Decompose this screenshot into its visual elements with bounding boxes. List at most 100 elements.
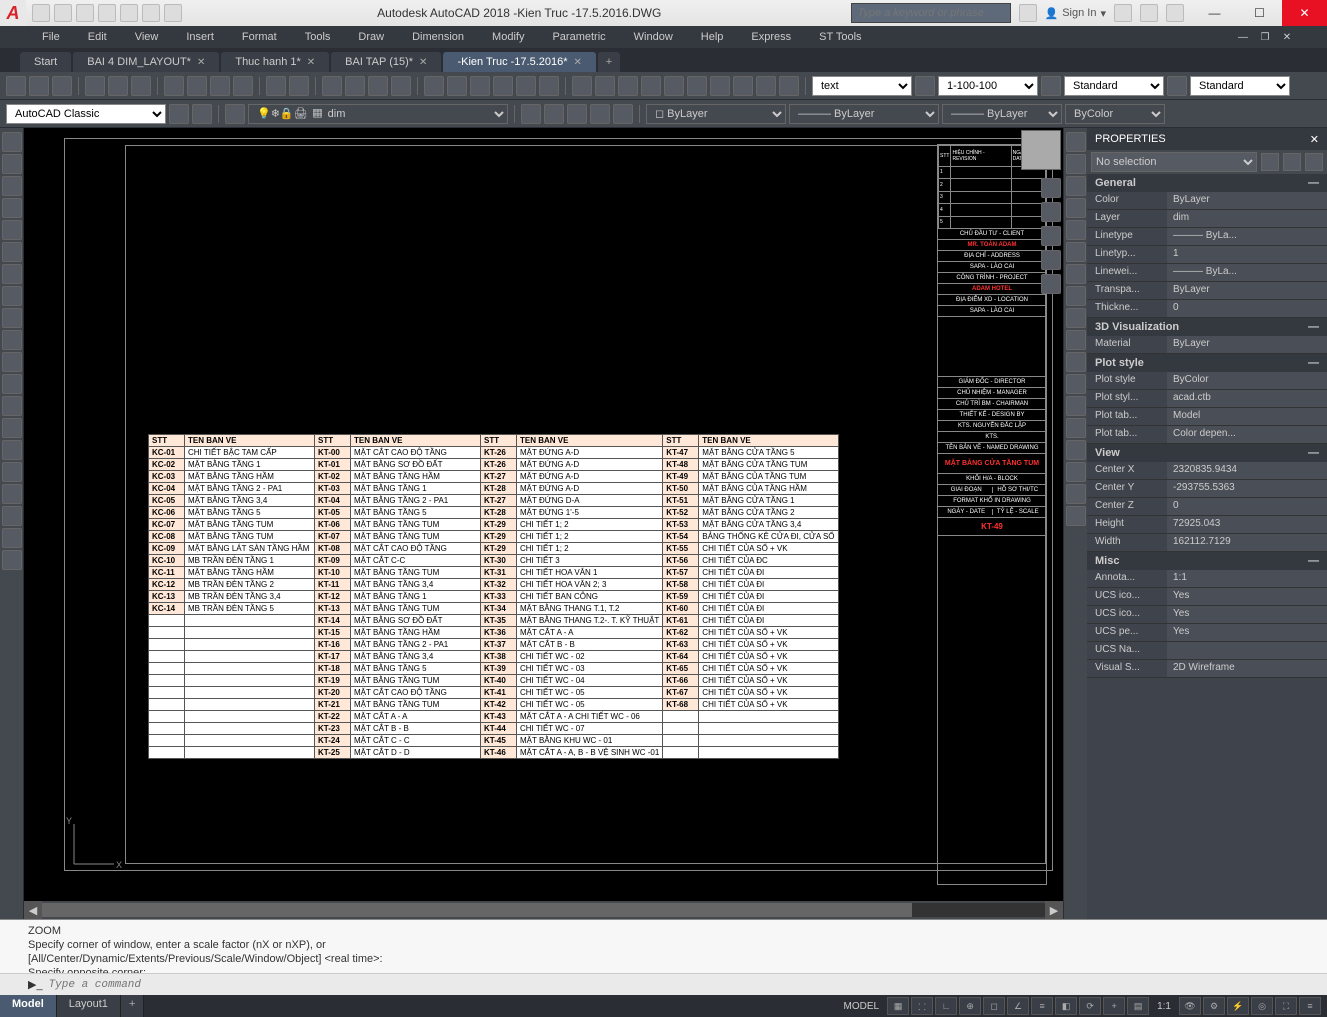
orbit-icon[interactable]	[1041, 250, 1061, 270]
app-logo[interactable]: A	[0, 0, 26, 26]
prop-section-misc[interactable]: Misc—	[1087, 552, 1327, 570]
doc-close-button[interactable]: ✕	[1277, 28, 1297, 46]
lineweight-combo[interactable]: ——— ByLayer	[942, 104, 1062, 124]
cart-icon[interactable]	[1140, 4, 1158, 22]
snap-icon[interactable]: ⸬	[911, 997, 933, 1015]
menu-dimension[interactable]: Dimension	[400, 29, 476, 45]
prop-row[interactable]: MaterialByLayer	[1087, 336, 1327, 354]
cycling-icon[interactable]: ⟳	[1079, 997, 1101, 1015]
fillet-icon[interactable]	[1066, 462, 1086, 482]
prop-row[interactable]: UCS ico...Yes	[1087, 588, 1327, 606]
linetype-combo[interactable]: ——— ByLayer	[789, 104, 939, 124]
close-icon[interactable]: ✕	[574, 57, 582, 68]
properties-icon[interactable]	[424, 76, 444, 96]
minimize-button[interactable]: —	[1192, 0, 1237, 26]
paste-icon[interactable]	[210, 76, 230, 96]
line-icon[interactable]	[2, 132, 22, 152]
ucs-icon[interactable]: YX	[64, 814, 124, 877]
qat-undo-icon[interactable]	[142, 4, 160, 22]
zoom-icon[interactable]	[345, 76, 365, 96]
prop-row[interactable]: UCS Na...	[1087, 642, 1327, 660]
text-style-combo[interactable]: text	[812, 76, 912, 96]
dim-style-combo[interactable]: 1-100-100	[938, 76, 1038, 96]
layer-freeze-icon[interactable]	[567, 104, 587, 124]
calc-icon[interactable]	[539, 76, 559, 96]
prop-row[interactable]: Height72925.043	[1087, 516, 1327, 534]
isolate-objects-icon[interactable]: ◎	[1251, 997, 1273, 1015]
mirror-icon[interactable]	[1066, 176, 1086, 196]
osnap-icon[interactable]: ◻	[983, 997, 1005, 1015]
prop-row[interactable]: Transpa...ByLayer	[1087, 282, 1327, 300]
clean-screen-icon[interactable]: ⛶	[1275, 997, 1297, 1015]
prop-row[interactable]: Center X2320835.9434	[1087, 462, 1327, 480]
tab-kientruc[interactable]: -Kien Truc -17.5.2016*✕	[443, 52, 595, 72]
arc-icon[interactable]	[2, 242, 22, 262]
tab-bai4[interactable]: BAI 4 DIM_LAYOUT*✕	[73, 52, 219, 72]
open-icon[interactable]	[29, 76, 49, 96]
workspace-settings-icon[interactable]	[169, 104, 189, 124]
dim-ordinate-icon[interactable]	[641, 76, 661, 96]
menu-modify[interactable]: Modify	[480, 29, 536, 45]
qat-plot-icon[interactable]	[120, 4, 138, 22]
menu-file[interactable]: File	[30, 29, 72, 45]
polygon-icon[interactable]	[2, 198, 22, 218]
explode-icon[interactable]	[1066, 506, 1086, 526]
layer-props-icon[interactable]	[192, 104, 212, 124]
prop-section-3d-visualization[interactable]: 3D Visualization—	[1087, 318, 1327, 336]
table-icon[interactable]	[2, 506, 22, 526]
selection-combo[interactable]: No selection	[1091, 152, 1257, 172]
select-objects-icon[interactable]	[1283, 153, 1301, 171]
revcloud-icon[interactable]	[2, 286, 22, 306]
spline-icon[interactable]	[2, 308, 22, 328]
mleader-style-icon[interactable]	[1167, 76, 1187, 96]
addselected-icon[interactable]	[2, 550, 22, 570]
prop-row[interactable]: Center Y-293755.5363	[1087, 480, 1327, 498]
rectangle-icon[interactable]	[2, 220, 22, 240]
prop-section-general[interactable]: General—	[1087, 174, 1327, 192]
menu-help[interactable]: Help	[689, 29, 736, 45]
qat-saveas-icon[interactable]	[98, 4, 116, 22]
table-style-combo[interactable]: Standard	[1064, 76, 1164, 96]
prop-row[interactable]: Plot styleByColor	[1087, 372, 1327, 390]
menu-parametric[interactable]: Parametric	[540, 29, 617, 45]
showmotion-icon[interactable]	[1041, 274, 1061, 294]
offset-icon[interactable]	[1066, 198, 1086, 218]
layout1-tab[interactable]: Layout1	[57, 995, 121, 1017]
search-icon[interactable]	[1019, 4, 1037, 22]
rotate-icon[interactable]	[1066, 264, 1086, 284]
signin-button[interactable]: 👤 Sign In ▾	[1045, 7, 1106, 20]
dim-arc-icon[interactable]	[618, 76, 638, 96]
undo-icon[interactable]	[266, 76, 286, 96]
erase-icon[interactable]	[1066, 132, 1086, 152]
scroll-right-icon[interactable]: ▶	[1045, 901, 1063, 919]
scroll-left-icon[interactable]: ◀	[24, 901, 42, 919]
stretch-icon[interactable]	[1066, 308, 1086, 328]
ortho-icon[interactable]: ∟	[935, 997, 957, 1015]
copy-obj-icon[interactable]	[1066, 154, 1086, 174]
gradient-icon[interactable]	[2, 462, 22, 482]
prop-row[interactable]: Linewei...——— ByLa...	[1087, 264, 1327, 282]
prop-row[interactable]: Plot tab...Color depen...	[1087, 426, 1327, 444]
zoom-extents-nav-icon[interactable]	[1041, 226, 1061, 246]
cut-icon[interactable]	[164, 76, 184, 96]
trim-icon[interactable]	[1066, 330, 1086, 350]
move-icon[interactable]	[1066, 242, 1086, 262]
prop-row[interactable]: Layerdim	[1087, 210, 1327, 228]
mleader-style-combo[interactable]: Standard	[1190, 76, 1290, 96]
plot-preview-icon[interactable]	[108, 76, 128, 96]
redo-icon[interactable]	[289, 76, 309, 96]
otrack-icon[interactable]: ∠	[1007, 997, 1029, 1015]
grid-icon[interactable]: ▦	[887, 997, 909, 1015]
pan-nav-icon[interactable]	[1041, 202, 1061, 222]
customize-icon[interactable]: ≡	[1299, 997, 1321, 1015]
make-block-icon[interactable]	[2, 396, 22, 416]
publish-icon[interactable]	[131, 76, 151, 96]
prop-row[interactable]: ColorByLayer	[1087, 192, 1327, 210]
exchange-icon[interactable]	[1114, 4, 1132, 22]
prop-row[interactable]: Annota...1:1	[1087, 570, 1327, 588]
zoom-window-icon[interactable]	[368, 76, 388, 96]
prop-row[interactable]: Linetyp...1	[1087, 246, 1327, 264]
menu-window[interactable]: Window	[622, 29, 685, 45]
insert-block-icon[interactable]	[2, 374, 22, 394]
sheet-set-icon[interactable]	[493, 76, 513, 96]
